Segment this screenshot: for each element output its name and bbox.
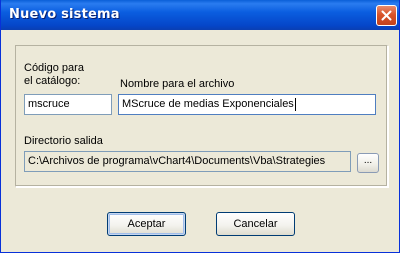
directorio-label: Directorio salida — [24, 135, 103, 147]
title-bar[interactable]: Nuevo sistema — [1, 0, 399, 30]
directorio-value: C:\Archivos de programa\vChart4\Document… — [28, 155, 326, 167]
nombre-input[interactable]: MScruce de medias Exponenciales — [118, 94, 376, 115]
text-caret — [294, 97, 296, 111]
codigo-input[interactable]: mscruce — [24, 94, 112, 115]
browse-button[interactable]: ... — [357, 153, 379, 173]
cancel-button[interactable]: Cancelar — [216, 212, 295, 236]
dialog-window: Nuevo sistema Código para el catálogo: m… — [0, 0, 400, 253]
codigo-label: Código para el catálogo: — [24, 62, 84, 87]
directorio-input[interactable]: C:\Archivos de programa\vChart4\Document… — [24, 151, 351, 172]
close-button[interactable] — [376, 5, 397, 26]
codigo-value: mscruce — [28, 98, 70, 110]
window-title: Nuevo sistema — [9, 7, 120, 22]
nombre-value: MScruce de medias Exponenciales — [122, 98, 294, 110]
nombre-label: Nombre para el archivo — [120, 78, 235, 90]
accept-button[interactable]: Aceptar — [107, 212, 186, 236]
